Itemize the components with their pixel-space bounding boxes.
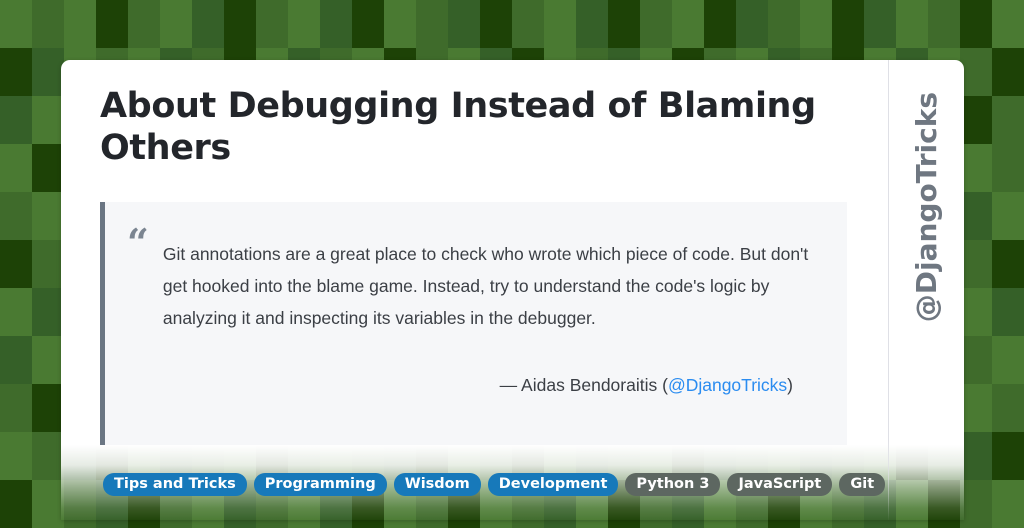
background-cell bbox=[960, 240, 992, 288]
background-cell bbox=[768, 0, 800, 48]
vertical-handle: @DjangoTricks bbox=[889, 60, 964, 520]
quote-text: Git annotations are a great place to che… bbox=[162, 243, 809, 328]
background-cell bbox=[960, 96, 992, 144]
background-cell bbox=[0, 480, 32, 528]
background-cell bbox=[800, 0, 832, 48]
card-content: About Debugging Instead of Blaming Other… bbox=[61, 60, 888, 520]
background-cell bbox=[832, 0, 864, 48]
background-cell bbox=[384, 0, 416, 48]
background-cell bbox=[992, 192, 1024, 240]
background-cell bbox=[32, 96, 64, 144]
background-cell bbox=[960, 144, 992, 192]
background-cell bbox=[32, 144, 64, 192]
tag-git[interactable]: Git bbox=[839, 473, 886, 496]
tag-tips-and-tricks[interactable]: Tips and Tricks bbox=[103, 473, 247, 496]
quote-attribution: — Aidas Bendoraitis (@DjangoTricks) bbox=[127, 371, 821, 399]
background-cell bbox=[960, 192, 992, 240]
background-cell bbox=[0, 336, 32, 384]
tag-programming[interactable]: Programming bbox=[253, 473, 387, 496]
background-cell bbox=[0, 384, 32, 432]
background-cell bbox=[32, 384, 64, 432]
background-cell bbox=[960, 288, 992, 336]
attribution-author: — Aidas Bendoraitis ( bbox=[499, 375, 668, 395]
background-cell bbox=[256, 0, 288, 48]
background-cell bbox=[448, 0, 480, 48]
background-cell bbox=[32, 48, 64, 96]
background-cell bbox=[960, 336, 992, 384]
background-cell bbox=[544, 0, 576, 48]
background-cell bbox=[0, 48, 32, 96]
background-cell bbox=[960, 384, 992, 432]
background-cell bbox=[0, 96, 32, 144]
quote-card: About Debugging Instead of Blaming Other… bbox=[61, 60, 964, 520]
background-cell bbox=[960, 0, 992, 48]
background-cell bbox=[992, 144, 1024, 192]
background-cell bbox=[992, 96, 1024, 144]
background-cell bbox=[0, 240, 32, 288]
background-cell bbox=[0, 0, 32, 48]
tag-wisdom[interactable]: Wisdom bbox=[393, 473, 481, 496]
background-cell bbox=[640, 0, 672, 48]
background-cell bbox=[992, 288, 1024, 336]
tag-python-3[interactable]: Python 3 bbox=[625, 473, 721, 496]
background-cell bbox=[992, 48, 1024, 96]
background-cell bbox=[160, 0, 192, 48]
page-title: About Debugging Instead of Blaming Other… bbox=[100, 86, 816, 168]
background-cell bbox=[0, 144, 32, 192]
background-cell bbox=[960, 480, 992, 528]
quote-row: “ Git annotations are a great place to c… bbox=[127, 220, 821, 351]
background-cell bbox=[192, 0, 224, 48]
background-cell bbox=[480, 0, 512, 48]
background-cell bbox=[96, 0, 128, 48]
background-cell bbox=[32, 192, 64, 240]
background-cell bbox=[992, 480, 1024, 528]
tag-development[interactable]: Development bbox=[487, 473, 619, 496]
background-cell bbox=[512, 0, 544, 48]
background-cell bbox=[352, 0, 384, 48]
background-cell bbox=[576, 0, 608, 48]
background-cell bbox=[416, 0, 448, 48]
background-cell bbox=[224, 0, 256, 48]
blockquote: “ Git annotations are a great place to c… bbox=[100, 202, 847, 445]
background-cell bbox=[608, 0, 640, 48]
background-cell bbox=[0, 288, 32, 336]
attribution-handle-link[interactable]: @DjangoTricks bbox=[668, 375, 787, 395]
background-cell bbox=[320, 0, 352, 48]
background-cell bbox=[992, 0, 1024, 48]
vertical-handle-label: @DjangoTricks bbox=[910, 92, 943, 323]
background-cell bbox=[992, 432, 1024, 480]
tag-list: Tips and Tricks Programming Wisdom Developm… bbox=[103, 473, 886, 496]
background-cell bbox=[960, 48, 992, 96]
background-cell bbox=[736, 0, 768, 48]
background-cell bbox=[704, 0, 736, 48]
background-cell bbox=[960, 432, 992, 480]
background-cell bbox=[0, 192, 32, 240]
background-cell bbox=[32, 0, 64, 48]
background-cell bbox=[32, 432, 64, 480]
tag-javascript[interactable]: JavaScript bbox=[727, 473, 833, 496]
background-cell bbox=[896, 0, 928, 48]
background-cell bbox=[992, 240, 1024, 288]
background-cell bbox=[128, 0, 160, 48]
background-cell bbox=[288, 0, 320, 48]
background-cell bbox=[32, 336, 64, 384]
background-cell bbox=[992, 384, 1024, 432]
background-cell bbox=[32, 480, 64, 528]
background-cell bbox=[992, 336, 1024, 384]
background-cell bbox=[64, 0, 96, 48]
background-cell bbox=[0, 432, 32, 480]
background-cell bbox=[928, 0, 960, 48]
attribution-close-paren: ) bbox=[787, 375, 793, 395]
background-cell bbox=[864, 0, 896, 48]
background-cell bbox=[32, 240, 64, 288]
background-cell bbox=[32, 288, 64, 336]
background-cell bbox=[672, 0, 704, 48]
quote-mark-icon: “ bbox=[127, 220, 149, 265]
